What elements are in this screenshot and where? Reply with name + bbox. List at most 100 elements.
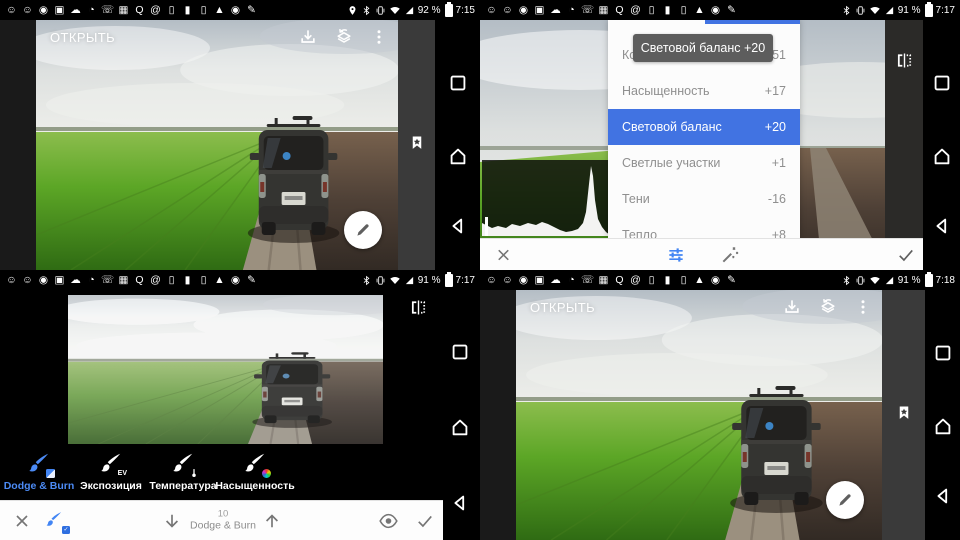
weather-cloud-icon: ☁ xyxy=(550,274,561,286)
back-button[interactable] xyxy=(931,215,953,237)
row-value: -16 xyxy=(767,192,786,206)
adjustment-row[interactable]: Тени -16 xyxy=(608,181,800,217)
decrease-icon[interactable] xyxy=(162,511,182,531)
memo-icon: ✎ xyxy=(727,4,736,16)
row-label: Световой баланс xyxy=(622,120,722,134)
email-at-icon: @ xyxy=(630,274,641,286)
vibrate-icon xyxy=(855,275,866,286)
open-button[interactable]: ОТКРЫТЬ xyxy=(50,30,115,45)
edit-fab[interactable] xyxy=(826,481,864,519)
apply-icon[interactable] xyxy=(415,511,435,531)
sms-icon: ☺ xyxy=(486,274,497,286)
status-bar: ☺ ☺ ◉ ▣ ☁ ◔ ☏ ▦ Q @ ▯ ▮ ▯ ▲ ◉ ✎ 92 % 7:15 xyxy=(0,0,480,20)
adjustment-row[interactable]: Светлые участки +1 xyxy=(608,145,800,181)
vibrate-icon xyxy=(375,275,386,286)
bluetooth-icon xyxy=(361,5,372,16)
photo-canvas[interactable] xyxy=(68,295,383,444)
recents-button[interactable] xyxy=(932,342,954,364)
quad-top-right: Контраст +51 Насыщенность +17 Световой б… xyxy=(480,0,960,270)
export-icon[interactable] xyxy=(782,297,802,317)
open-button[interactable]: ОТКРЫТЬ xyxy=(530,300,595,315)
pencil-icon xyxy=(836,491,854,509)
gallery-icon: ▦ xyxy=(118,4,129,16)
screenshot-icon: ▣ xyxy=(534,274,545,286)
notification-icons: ☺ ☺ ◉ ▣ ☁ ◔ ☏ ▦ Q @ ▯ ▮ ▯ ▲ ◉ ✎ xyxy=(485,270,741,290)
active-brush-icon[interactable]: ✓ xyxy=(44,510,70,534)
tool-label: Dodge & Burn xyxy=(3,480,75,492)
battery-percent: 91 % xyxy=(897,274,921,286)
clock: 7:17 xyxy=(935,4,955,16)
tune-icon[interactable] xyxy=(666,245,686,265)
overflow-menu-icon[interactable] xyxy=(370,28,388,46)
clock: 7:15 xyxy=(455,4,475,16)
bookmark-star-icon[interactable] xyxy=(895,404,912,421)
tool-dodge-burn[interactable]: Dodge & Burn xyxy=(3,447,75,492)
brush-check-badge: ✓ xyxy=(62,525,70,534)
app-badge-icon: ◉ xyxy=(710,274,721,286)
home-button[interactable] xyxy=(449,416,471,438)
tool-saturation[interactable]: Насыщенность xyxy=(215,447,295,492)
brush-tool-row: Dodge & Burn EV Экспозиция Температура Н… xyxy=(2,447,442,499)
android-navbar xyxy=(435,20,480,270)
value-tooltip: Световой баланс +20 xyxy=(633,34,773,62)
compare-icon[interactable] xyxy=(408,297,429,318)
usb-icon: ▮ xyxy=(184,274,191,286)
status-bar: ☺ ☺ ◉ ▣ ☁ ◔ ☏ ▦ Q @ ▯ ▮ ▯ ▲ ◉ ✎ 91 % 7:18 xyxy=(480,270,960,290)
tool-exposure[interactable]: EV Экспозиция xyxy=(78,447,144,492)
back-button[interactable] xyxy=(449,492,471,514)
bookmark-star-icon[interactable] xyxy=(408,134,425,151)
app-badge-icon: ◉ xyxy=(230,4,241,16)
edit-fab[interactable] xyxy=(344,211,382,249)
volume-icon: ◉ xyxy=(38,274,49,286)
cancel-icon[interactable] xyxy=(494,245,513,264)
slider-fragment xyxy=(705,20,800,24)
recents-button[interactable] xyxy=(447,72,469,94)
cancel-icon[interactable] xyxy=(12,511,32,531)
usb-icon: ▮ xyxy=(184,4,191,16)
edit-history-icon[interactable] xyxy=(334,27,354,47)
usb-icon: ▮ xyxy=(664,274,671,286)
gallery-icon: ▦ xyxy=(598,4,609,16)
sim-icon: ▯ xyxy=(648,274,655,286)
gallery-icon: ▦ xyxy=(118,274,129,286)
compare-icon[interactable] xyxy=(894,50,915,71)
search-app-icon: Q xyxy=(135,4,144,16)
tool-temperature[interactable]: Температура xyxy=(149,447,217,492)
overflow-menu-icon[interactable] xyxy=(854,298,872,316)
home-button[interactable] xyxy=(447,145,469,167)
warning-icon: ▲ xyxy=(694,274,705,286)
memo-icon: ✎ xyxy=(727,274,736,286)
tool-label: Температура xyxy=(149,480,217,492)
warning-icon: ▲ xyxy=(214,274,225,286)
row-label: Тени xyxy=(622,192,650,206)
signal-icon xyxy=(884,275,895,286)
side-rail xyxy=(882,290,925,540)
edit-history-icon[interactable] xyxy=(818,297,838,317)
brush-tool-name: Dodge & Burn xyxy=(190,519,256,532)
export-icon[interactable] xyxy=(298,27,318,47)
sms-icon: ☺ xyxy=(486,4,497,16)
device-icon: ▯ xyxy=(680,4,687,16)
adjustment-row[interactable]: Насыщенность +17 xyxy=(608,73,800,109)
magic-wand-icon[interactable] xyxy=(720,245,740,265)
notification-icons: ☺ ☺ ◉ ▣ ☁ ◔ ☏ ▦ Q @ ▯ ▮ ▯ ▲ ◉ ✎ xyxy=(5,270,261,290)
wifi-icon xyxy=(869,274,881,286)
apply-icon[interactable] xyxy=(896,245,916,265)
increase-icon[interactable] xyxy=(262,511,282,531)
volume-icon: ◉ xyxy=(38,4,49,16)
notification-icons: ☺ ☺ ◉ ▣ ☁ ◔ ☏ ▦ Q @ ▯ ▮ ▯ ▲ ◉ ✎ xyxy=(485,0,741,20)
warning-icon: ▲ xyxy=(214,4,225,16)
back-button[interactable] xyxy=(447,215,469,237)
battery-icon xyxy=(444,1,453,17)
pencil-icon xyxy=(354,221,372,239)
home-button[interactable] xyxy=(932,415,954,437)
back-button[interactable] xyxy=(932,485,954,507)
volume-icon: ◉ xyxy=(518,4,529,16)
recents-button[interactable] xyxy=(931,72,953,94)
clock-app-icon: ◔ xyxy=(568,274,575,286)
home-button[interactable] xyxy=(931,145,953,167)
tool-label: Насыщенность xyxy=(215,480,295,492)
recents-button[interactable] xyxy=(449,341,471,363)
preview-mask-icon[interactable] xyxy=(378,510,399,531)
adjustment-row-selected[interactable]: Световой баланс +20 xyxy=(608,109,800,145)
